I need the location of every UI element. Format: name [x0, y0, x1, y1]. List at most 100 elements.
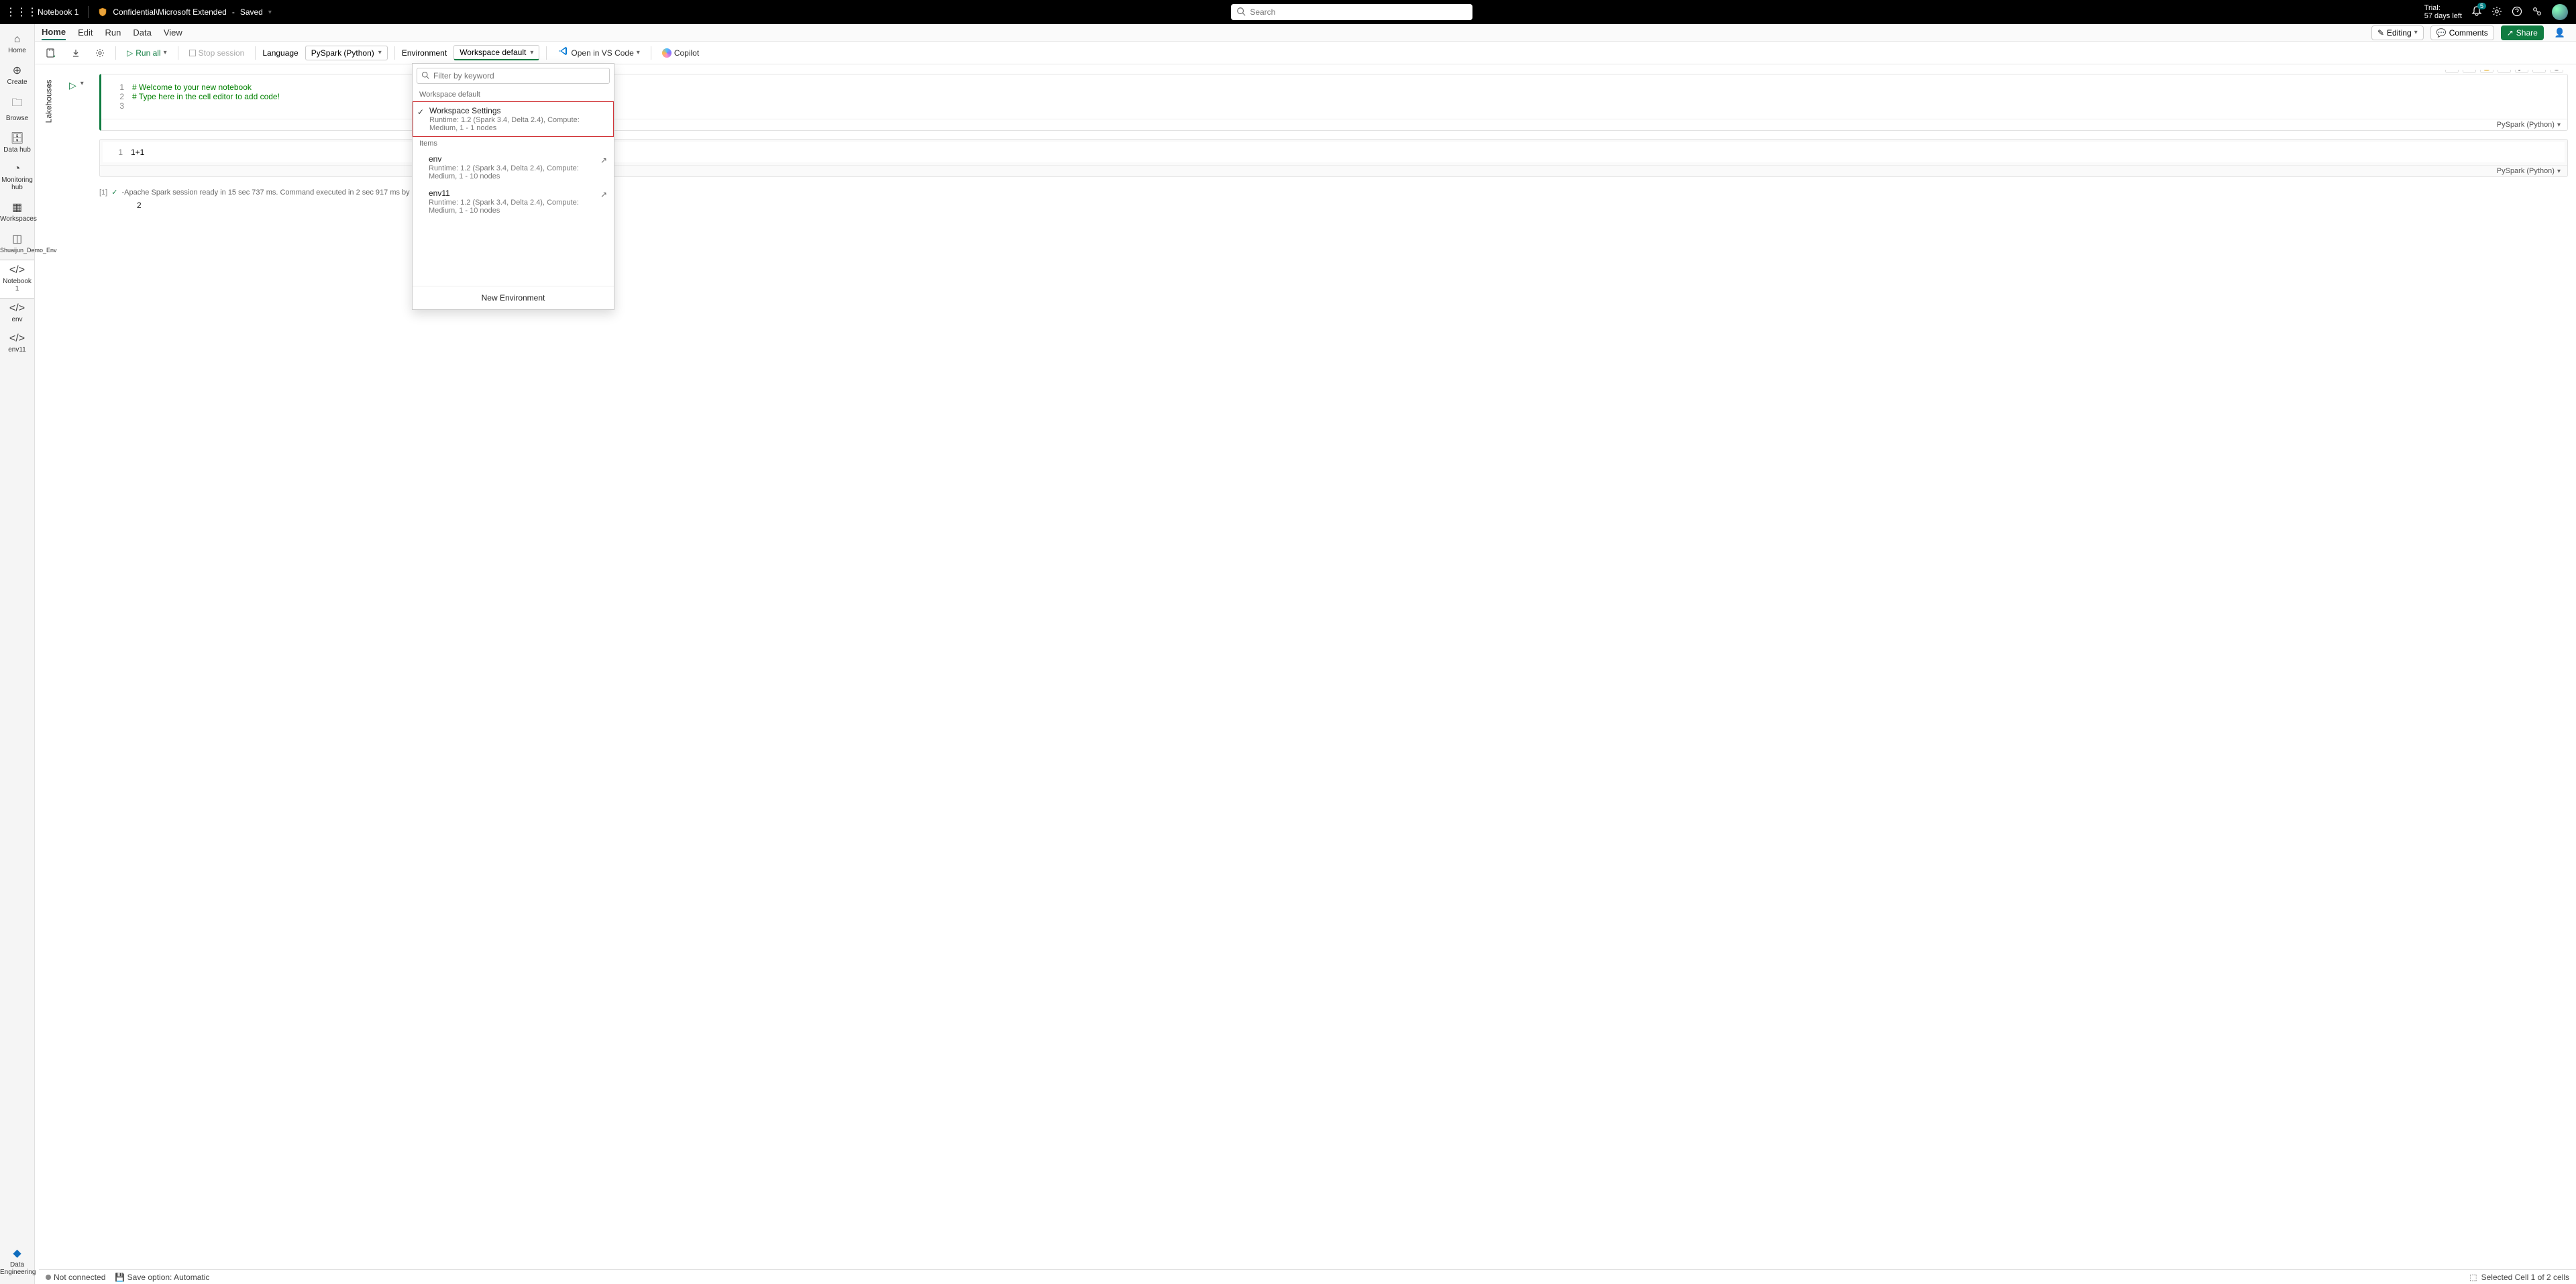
rail-env-label: env — [11, 316, 22, 323]
markdown-toggle-icon[interactable]: M↓ — [2445, 70, 2459, 73]
env-item-env11[interactable]: env11 Runtime: 1.2 (Spark 3.4, Delta 2.4… — [413, 184, 614, 219]
env-filter-input[interactable] — [433, 71, 605, 81]
kernel-picker[interactable]: PySpark (Python)▾ — [2497, 121, 2561, 129]
kernel-picker[interactable]: PySpark (Python)▾ — [2497, 167, 2561, 175]
chevron-down-icon: ▾ — [2557, 168, 2561, 175]
help-icon[interactable] — [2512, 6, 2522, 19]
language-select[interactable]: PySpark (Python)▾ — [305, 46, 388, 60]
code-line: 1+1 — [131, 148, 144, 157]
chevron-down-icon: ▾ — [164, 49, 167, 56]
rail-monitoring[interactable]: ◔Monitoring hub — [0, 159, 34, 197]
search-icon — [421, 71, 429, 81]
env-icon: </> — [0, 333, 34, 345]
environment-value: Workspace default — [460, 48, 526, 57]
comments-button[interactable]: 💬Comments — [2430, 25, 2494, 40]
sensitivity-label: Confidential\Microsoft Extended — [113, 7, 226, 17]
rail-env11[interactable]: </>env11 — [0, 329, 34, 359]
env-item-workspace-settings[interactable]: ✓ Workspace Settings Runtime: 1.2 (Spark… — [413, 101, 614, 137]
search-box[interactable] — [1231, 4, 1472, 20]
delete-cell-icon[interactable]: 🗑 — [2550, 70, 2563, 73]
save-button[interactable] — [42, 46, 60, 60]
lock-icon[interactable]: 🔒 — [2480, 70, 2493, 73]
more-icon[interactable]: ⋯ — [2532, 70, 2546, 73]
kernel-label: PySpark (Python) — [2497, 167, 2555, 175]
open-external-icon[interactable]: ↗ — [600, 190, 607, 199]
freeze-icon[interactable]: ❄ — [2498, 70, 2511, 73]
environment-select[interactable]: Workspace default▾ — [453, 45, 539, 60]
avatar[interactable] — [2552, 4, 2568, 20]
env-item-name: env — [429, 154, 607, 164]
save-option[interactable]: 💾 Save option: Automatic — [115, 1273, 209, 1282]
run-all-label: Run all — [136, 48, 160, 58]
new-environment-button[interactable]: New Environment — [413, 286, 614, 309]
comment-cell-icon[interactable]: 💬 — [2515, 70, 2528, 73]
rail-browse[interactable]: 🗀Browse — [0, 91, 34, 127]
share-button[interactable]: ↗Share — [2501, 25, 2544, 40]
rail-create[interactable]: ⊕Create — [0, 60, 34, 91]
rail-env[interactable]: </>env — [0, 299, 34, 329]
select-cells-icon[interactable]: ⬚ — [2469, 1273, 2477, 1282]
rail-workspaces-label: Workspaces — [0, 215, 37, 223]
save-option-label: Save option: Automatic — [127, 1273, 210, 1282]
toolbar: ▷Run all ▾ Stop session Language PySpark… — [35, 42, 2576, 64]
separator — [394, 46, 395, 60]
rail-footer-label: Data Engineering — [0, 1261, 36, 1276]
title-area: Notebook 1 Confidential\Microsoft Extend… — [30, 6, 280, 18]
notifications-icon[interactable]: 5 — [2471, 5, 2482, 19]
overflow-button[interactable]: 👤 — [2551, 25, 2569, 40]
tab-run[interactable]: Run — [105, 25, 121, 40]
settings-icon[interactable] — [2491, 6, 2502, 19]
code-line: # Type here in the cell editor to add co… — [132, 92, 280, 101]
connection-status: Not connected — [46, 1273, 105, 1282]
grid-icon: ▦ — [0, 201, 34, 214]
rail-workspaces[interactable]: ▦Workspaces — [0, 197, 34, 228]
cell-convert-icon[interactable]: ⧉ — [2463, 70, 2476, 73]
download-button[interactable] — [67, 46, 85, 60]
separator — [115, 46, 116, 60]
check-icon: ✓ — [417, 107, 424, 117]
chevron-down-icon[interactable]: ▾ — [80, 80, 84, 91]
home-icon: ⌂ — [0, 34, 34, 46]
stop-session-button[interactable]: Stop session — [185, 46, 249, 60]
open-vscode-button[interactable]: Open in VS Code ▾ — [553, 44, 643, 62]
chevron-down-icon[interactable]: ▾ — [268, 9, 272, 16]
environment-dropdown: Workspace default ✓ Workspace Settings R… — [412, 63, 614, 310]
selected-cells-label: Selected Cell 1 of 2 cells — [2481, 1273, 2569, 1282]
rail-data-hub[interactable]: 🗄Data hub — [0, 127, 34, 159]
separator — [255, 46, 256, 60]
tab-data[interactable]: Data — [133, 25, 151, 40]
rail-footer[interactable]: ◆Data Engineering — [0, 1241, 34, 1284]
search-input[interactable] — [1250, 7, 1467, 17]
run-all-button[interactable]: ▷Run all ▾ — [123, 46, 171, 60]
notebook-name[interactable]: Notebook 1 — [38, 7, 78, 17]
settings-button[interactable] — [91, 46, 109, 60]
connection-label: Not connected — [54, 1273, 105, 1282]
tab-view[interactable]: View — [164, 25, 182, 40]
rail-home[interactable]: ⌂Home — [0, 30, 34, 60]
top-bar: ⋮⋮⋮ Notebook 1 Confidential\Microsoft Ex… — [0, 0, 2576, 24]
rail-demo-env[interactable]: ◫Shuaijun_Demo_Env — [0, 228, 34, 260]
copilot-icon — [662, 48, 672, 58]
ribbon-tabs: Home Edit Run Data View ✎Editing▾ 💬Comme… — [35, 24, 2576, 42]
editing-mode-button[interactable]: ✎Editing▾ — [2371, 25, 2424, 40]
editing-label: Editing — [2387, 28, 2412, 38]
comments-label: Comments — [2449, 28, 2488, 38]
cell-gutter: ▷ ▾ — [69, 80, 84, 91]
link-icon[interactable] — [2532, 6, 2542, 19]
lakehouse-panel[interactable]: Lakehouses — [39, 70, 58, 133]
open-external-icon[interactable]: ↗ — [600, 156, 607, 165]
ribbon: Home Edit Run Data View ✎Editing▾ 💬Comme… — [35, 24, 2576, 64]
rail-notebook1[interactable]: </>Notebook 1 — [0, 260, 34, 299]
sensitivity-icon — [98, 7, 107, 17]
env-filter-input-wrap[interactable] — [417, 68, 610, 84]
env-item-env[interactable]: env Runtime: 1.2 (Spark 3.4, Delta 2.4),… — [413, 150, 614, 184]
tab-home[interactable]: Home — [42, 25, 66, 40]
workspace-icon: ◫ — [0, 232, 34, 246]
run-cell-icon[interactable]: ▷ — [69, 80, 76, 91]
trial-label: Trial: — [2424, 4, 2462, 12]
copilot-button[interactable]: Copilot — [658, 46, 703, 60]
tab-edit[interactable]: Edit — [78, 25, 93, 40]
app-launcher-icon[interactable]: ⋮⋮⋮ — [5, 5, 30, 19]
chevron-down-icon: ▾ — [2557, 121, 2561, 129]
environment-label: Environment — [402, 48, 447, 58]
